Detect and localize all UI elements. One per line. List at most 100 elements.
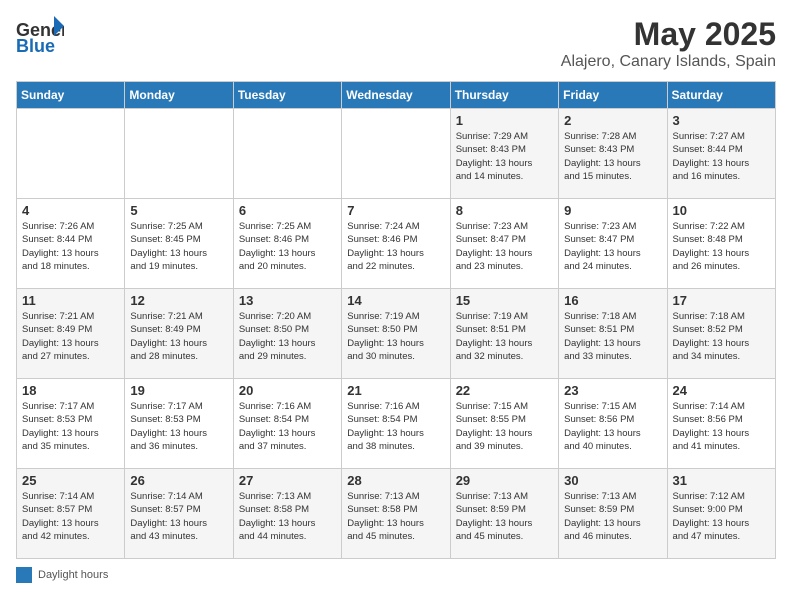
calendar-week-row: 25 Sunrise: 7:14 AM Sunset: 8:57 PM Dayli… xyxy=(17,469,776,559)
page-header: General Blue May 2025 Alajero, Canary Is… xyxy=(16,16,776,71)
calendar-week-row: 18 Sunrise: 7:17 AM Sunset: 8:53 PM Dayli… xyxy=(17,379,776,469)
calendar-cell: 13 Sunrise: 7:20 AM Sunset: 8:50 PM Dayli… xyxy=(233,289,341,379)
day-number: 14 xyxy=(347,293,444,308)
day-info: Sunrise: 7:14 AM Sunset: 8:56 PM Dayligh… xyxy=(673,400,770,453)
calendar-cell xyxy=(125,109,233,199)
calendar-cell: 9Sunrise: 7:23 AM Sunset: 8:47 PM Daylig… xyxy=(559,199,667,289)
calendar-cell: 24 Sunrise: 7:14 AM Sunset: 8:56 PM Dayli… xyxy=(667,379,775,469)
day-number: 27 xyxy=(239,473,336,488)
calendar-cell: 14 Sunrise: 7:19 AM Sunset: 8:50 PM Dayli… xyxy=(342,289,450,379)
day-info: Sunrise: 7:17 AM Sunset: 8:53 PM Dayligh… xyxy=(22,400,119,453)
calendar-cell: 25 Sunrise: 7:14 AM Sunset: 8:57 PM Dayli… xyxy=(17,469,125,559)
logo-icon: General Blue xyxy=(16,16,64,56)
calendar-cell: 6 Sunrise: 7:25 AM Sunset: 8:46 PM Daylig… xyxy=(233,199,341,289)
day-number: 28 xyxy=(347,473,444,488)
calendar-cell: 7 Sunrise: 7:24 AM Sunset: 8:46 PM Daylig… xyxy=(342,199,450,289)
day-header-cell: Sunday xyxy=(17,82,125,109)
day-info: Sunrise: 7:17 AM Sunset: 8:53 PM Dayligh… xyxy=(130,400,227,453)
calendar-cell: 15Sunrise: 7:19 AM Sunset: 8:51 PM Dayli… xyxy=(450,289,558,379)
calendar-cell: 12Sunrise: 7:21 AM Sunset: 8:49 PM Dayli… xyxy=(125,289,233,379)
day-number: 23 xyxy=(564,383,661,398)
calendar-cell: 2 Sunrise: 7:28 AM Sunset: 8:43 PM Daylig… xyxy=(559,109,667,199)
calendar-cell xyxy=(233,109,341,199)
day-info: Sunrise: 7:13 AM Sunset: 8:58 PM Dayligh… xyxy=(239,490,336,543)
day-number: 10 xyxy=(673,203,770,218)
calendar-cell: 29 Sunrise: 7:13 AM Sunset: 8:59 PM Dayli… xyxy=(450,469,558,559)
day-info: Sunrise: 7:23 AM Sunset: 8:47 PM Dayligh… xyxy=(456,220,553,273)
calendar-cell: 23 Sunrise: 7:15 AM Sunset: 8:56 PM Dayli… xyxy=(559,379,667,469)
day-header-cell: Friday xyxy=(559,82,667,109)
day-number: 8 xyxy=(456,203,553,218)
day-info: Sunrise: 7:15 AM Sunset: 8:55 PM Dayligh… xyxy=(456,400,553,453)
day-number: 5 xyxy=(130,203,227,218)
day-number: 25 xyxy=(22,473,119,488)
day-info: Sunrise: 7:25 AM Sunset: 8:46 PM Dayligh… xyxy=(239,220,336,273)
day-number: 13 xyxy=(239,293,336,308)
day-number: 24 xyxy=(673,383,770,398)
calendar-cell: 30 Sunrise: 7:13 AM Sunset: 8:59 PM Dayli… xyxy=(559,469,667,559)
day-number: 26 xyxy=(130,473,227,488)
day-number: 4 xyxy=(22,203,119,218)
day-number: 17 xyxy=(673,293,770,308)
day-number: 6 xyxy=(239,203,336,218)
day-number: 16 xyxy=(564,293,661,308)
calendar-week-row: 1 Sunrise: 7:29 AM Sunset: 8:43 PM Daylig… xyxy=(17,109,776,199)
day-info: Sunrise: 7:20 AM Sunset: 8:50 PM Dayligh… xyxy=(239,310,336,363)
day-header-cell: Wednesday xyxy=(342,82,450,109)
calendar-cell: 18 Sunrise: 7:17 AM Sunset: 8:53 PM Dayli… xyxy=(17,379,125,469)
day-number: 18 xyxy=(22,383,119,398)
day-number: 22 xyxy=(456,383,553,398)
day-number: 30 xyxy=(564,473,661,488)
day-header-row: SundayMondayTuesdayWednesdayThursdayFrid… xyxy=(17,82,776,109)
day-info: Sunrise: 7:16 AM Sunset: 8:54 PM Dayligh… xyxy=(347,400,444,453)
calendar-cell: 17 Sunrise: 7:18 AM Sunset: 8:52 PM Dayli… xyxy=(667,289,775,379)
day-number: 11 xyxy=(22,293,119,308)
calendar-cell: 31Sunrise: 7:12 AM Sunset: 9:00 PM Dayli… xyxy=(667,469,775,559)
day-number: 20 xyxy=(239,383,336,398)
calendar-cell: 22 Sunrise: 7:15 AM Sunset: 8:55 PM Dayli… xyxy=(450,379,558,469)
day-info: Sunrise: 7:29 AM Sunset: 8:43 PM Dayligh… xyxy=(456,130,553,183)
day-info: Sunrise: 7:21 AM Sunset: 8:49 PM Dayligh… xyxy=(22,310,119,363)
day-number: 29 xyxy=(456,473,553,488)
calendar-week-row: 11 Sunrise: 7:21 AM Sunset: 8:49 PM Dayli… xyxy=(17,289,776,379)
day-info: Sunrise: 7:27 AM Sunset: 8:44 PM Dayligh… xyxy=(673,130,770,183)
day-info: Sunrise: 7:15 AM Sunset: 8:56 PM Dayligh… xyxy=(564,400,661,453)
day-info: Sunrise: 7:16 AM Sunset: 8:54 PM Dayligh… xyxy=(239,400,336,453)
day-number: 7 xyxy=(347,203,444,218)
calendar-cell: 11 Sunrise: 7:21 AM Sunset: 8:49 PM Dayli… xyxy=(17,289,125,379)
calendar-cell: 4 Sunrise: 7:26 AM Sunset: 8:44 PM Daylig… xyxy=(17,199,125,289)
day-info: Sunrise: 7:13 AM Sunset: 8:59 PM Dayligh… xyxy=(564,490,661,543)
calendar-cell: 28Sunrise: 7:13 AM Sunset: 8:58 PM Dayli… xyxy=(342,469,450,559)
calendar-cell: 8 Sunrise: 7:23 AM Sunset: 8:47 PM Daylig… xyxy=(450,199,558,289)
calendar-cell: 20 Sunrise: 7:16 AM Sunset: 8:54 PM Dayli… xyxy=(233,379,341,469)
calendar-week-row: 4 Sunrise: 7:26 AM Sunset: 8:44 PM Daylig… xyxy=(17,199,776,289)
day-info: Sunrise: 7:18 AM Sunset: 8:52 PM Dayligh… xyxy=(673,310,770,363)
day-number: 1 xyxy=(456,113,553,128)
location-title: Alajero, Canary Islands, Spain xyxy=(561,53,776,71)
calendar-cell: 10 Sunrise: 7:22 AM Sunset: 8:48 PM Dayli… xyxy=(667,199,775,289)
calendar-table: SundayMondayTuesdayWednesdayThursdayFrid… xyxy=(16,81,776,559)
calendar-header: SundayMondayTuesdayWednesdayThursdayFrid… xyxy=(17,82,776,109)
day-info: Sunrise: 7:28 AM Sunset: 8:43 PM Dayligh… xyxy=(564,130,661,183)
day-info: Sunrise: 7:12 AM Sunset: 9:00 PM Dayligh… xyxy=(673,490,770,543)
day-number: 19 xyxy=(130,383,227,398)
day-info: Sunrise: 7:26 AM Sunset: 8:44 PM Dayligh… xyxy=(22,220,119,273)
day-header-cell: Monday xyxy=(125,82,233,109)
day-header-cell: Thursday xyxy=(450,82,558,109)
title-section: May 2025 Alajero, Canary Islands, Spain xyxy=(561,16,776,71)
calendar-cell: 27 Sunrise: 7:13 AM Sunset: 8:58 PM Dayli… xyxy=(233,469,341,559)
legend-box xyxy=(16,567,32,583)
calendar-cell: 16Sunrise: 7:18 AM Sunset: 8:51 PM Dayli… xyxy=(559,289,667,379)
day-info: Sunrise: 7:13 AM Sunset: 8:59 PM Dayligh… xyxy=(456,490,553,543)
calendar-cell: 3 Sunrise: 7:27 AM Sunset: 8:44 PM Daylig… xyxy=(667,109,775,199)
day-info: Sunrise: 7:24 AM Sunset: 8:46 PM Dayligh… xyxy=(347,220,444,273)
day-number: 3 xyxy=(673,113,770,128)
calendar-cell: 1 Sunrise: 7:29 AM Sunset: 8:43 PM Daylig… xyxy=(450,109,558,199)
day-info: Sunrise: 7:14 AM Sunset: 8:57 PM Dayligh… xyxy=(130,490,227,543)
day-number: 15 xyxy=(456,293,553,308)
day-info: Sunrise: 7:14 AM Sunset: 8:57 PM Dayligh… xyxy=(22,490,119,543)
day-number: 9 xyxy=(564,203,661,218)
day-info: Sunrise: 7:19 AM Sunset: 8:50 PM Dayligh… xyxy=(347,310,444,363)
day-number: 2 xyxy=(564,113,661,128)
day-info: Sunrise: 7:22 AM Sunset: 8:48 PM Dayligh… xyxy=(673,220,770,273)
